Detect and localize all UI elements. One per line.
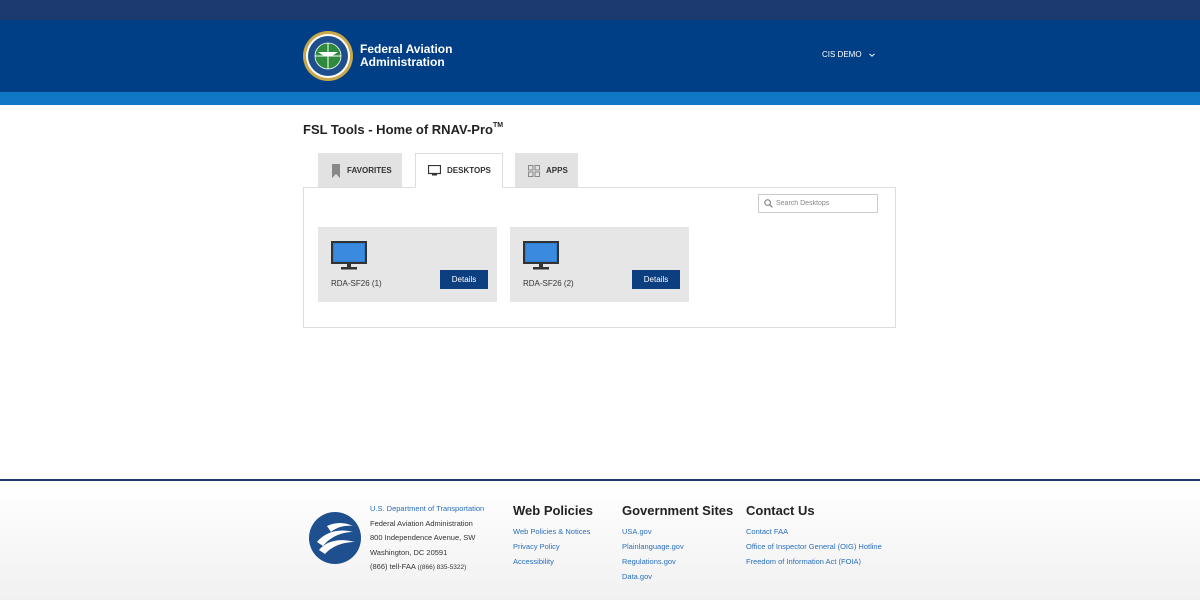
search-box[interactable] (758, 194, 878, 213)
address-line: Federal Aviation Administration (370, 518, 473, 528)
dot-logo-icon (309, 512, 361, 564)
footer-web-policies: Web Policies Web Policies & Notices Priv… (513, 503, 593, 569)
footer-link[interactable]: Accessibility (513, 554, 593, 569)
footer-link[interactable]: Freedom of Information Act (FOIA) (746, 554, 882, 569)
footer-government-sites: Government Sites USA.gov Plainlanguage.g… (622, 503, 733, 584)
phone-line: (866) tell-FAA ((866) 835-5322) (370, 560, 484, 576)
desktop-card[interactable]: RDA-SF26 (2) Details (510, 227, 689, 302)
desktop-name: RDA-SF26 (2) (523, 279, 574, 288)
details-button[interactable]: Details (632, 270, 680, 289)
desktop-name: RDA-SF26 (1) (331, 279, 382, 288)
footer-heading: Government Sites (622, 503, 734, 518)
tab-apps[interactable]: APPS (515, 153, 578, 188)
address-line: Washington, DC 20591 (370, 547, 448, 557)
grid-icon (528, 164, 540, 177)
site-footer (0, 479, 1200, 600)
desktop-card[interactable]: RDA-SF26 (1) Details (318, 227, 497, 302)
tab-desktops-label: DESKTOPS (447, 166, 491, 175)
header-band (0, 92, 1200, 105)
footer-link[interactable]: Office of Inspector General (OIG) Hotlin… (746, 539, 882, 554)
dot-link[interactable]: U.S. Department of Transportation (370, 502, 484, 517)
footer-heading: Web Policies (513, 503, 593, 518)
footer-link[interactable]: Contact FAA (746, 524, 882, 539)
tab-favorites-label: FAVORITES (347, 166, 392, 175)
user-menu-label: CIS DEMO (822, 50, 862, 59)
faa-brand[interactable]: Federal Aviation Administration (302, 28, 452, 84)
search-input[interactable] (776, 200, 876, 207)
footer-heading: Contact Us (746, 503, 815, 518)
footer-link[interactable]: USA.gov (622, 524, 733, 539)
footer-link[interactable]: Data.gov (622, 569, 733, 584)
search-icon (764, 199, 773, 208)
footer-contact-us: Contact Us Contact FAA Office of Inspect… (746, 503, 882, 569)
footer-link[interactable]: Plainlanguage.gov (622, 539, 733, 554)
tab-apps-label: APPS (546, 166, 568, 175)
monitor-icon (428, 165, 441, 176)
chevron-down-icon (868, 52, 875, 57)
footer-link[interactable]: Web Policies & Notices (513, 524, 593, 539)
footer-link[interactable]: Regulations.gov (622, 554, 733, 569)
site-header: Federal Aviation Administration CIS DEMO (0, 20, 1200, 92)
user-menu[interactable]: CIS DEMO (822, 50, 876, 59)
phone-main: (866) tell-FAA (370, 562, 416, 571)
faa-seal-icon (303, 31, 353, 81)
tab-favorites[interactable]: FAVORITES (318, 153, 402, 188)
top-strip (0, 0, 1200, 20)
tab-desktops[interactable]: DESKTOPS (415, 153, 503, 188)
desktop-monitor-icon (523, 241, 559, 270)
address-line: 800 Independence Avenue, SW (370, 533, 476, 542)
desktop-monitor-icon (331, 241, 367, 270)
bookmark-icon (332, 163, 340, 178)
details-button[interactable]: Details (440, 270, 488, 289)
phone-alt: ((866) 835-5322) (417, 564, 467, 571)
page-title: FSL Tools - Home of RNAV-ProTM (303, 122, 504, 137)
agency-name-line2: Administration (360, 55, 445, 69)
footer-link[interactable]: Privacy Policy (513, 539, 593, 554)
dot-address: U.S. Department of Transportation Federa… (370, 502, 484, 576)
